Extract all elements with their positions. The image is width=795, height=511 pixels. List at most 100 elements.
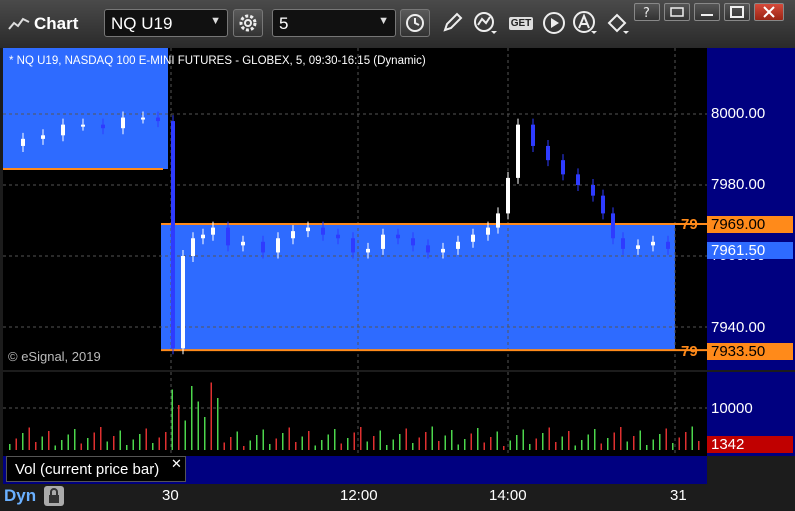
candle-body: [591, 185, 595, 196]
candle-body: [396, 234, 400, 239]
minimize-icon: [701, 14, 713, 16]
symbol-combo[interactable]: NQ U19 ▼: [104, 9, 228, 37]
time-tick-label: 12:00: [340, 487, 378, 504]
volume-bar: [15, 438, 17, 450]
price-chart-canvas: [3, 48, 707, 370]
candle-body: [336, 234, 340, 239]
volume-bar: [41, 436, 43, 450]
volume-bar: [483, 442, 485, 450]
volume-last-tag: 1342: [707, 436, 793, 453]
volume-bar: [74, 429, 76, 450]
get-button[interactable]: GET: [506, 9, 536, 37]
volume-bar: [288, 427, 290, 450]
volume-legend-label: Vol (current price bar): [15, 461, 160, 478]
volume-bar: [425, 432, 427, 450]
volume-bar: [327, 434, 329, 450]
close-icon: [763, 6, 775, 18]
volume-bar: [548, 427, 550, 450]
volume-bar: [444, 435, 446, 450]
volume-bar: [275, 438, 277, 450]
interval-combo[interactable]: 5 ▼: [272, 9, 396, 37]
chevron-down-icon[interactable]: ▼: [210, 15, 221, 27]
volume-bar: [308, 431, 310, 450]
draw-button[interactable]: [438, 9, 466, 37]
volume-bar: [386, 445, 388, 450]
play-icon: [543, 12, 565, 34]
chevron-down-icon[interactable]: ▼: [378, 15, 389, 27]
volume-legend-bar: Vol (current price bar) ✕: [3, 456, 707, 484]
candle-body: [351, 238, 355, 253]
volume-bar: [555, 442, 557, 450]
lock-icon[interactable]: [44, 486, 64, 506]
candle-body: [141, 117, 145, 120]
volume-bar: [399, 434, 401, 450]
volume-bar: [54, 445, 56, 450]
price-chart[interactable]: * NQ U19, NASDAQ 100 E-MINI FUTURES - GL…: [3, 48, 707, 370]
help-button[interactable]: ?: [634, 3, 660, 21]
volume-bar: [503, 446, 505, 450]
volume-bar: [561, 436, 563, 450]
maximize-button[interactable]: [724, 3, 750, 21]
volume-legend[interactable]: Vol (current price bar): [6, 456, 186, 482]
candle-body: [81, 124, 85, 127]
volume-bar: [35, 442, 37, 450]
settings-button[interactable]: [233, 9, 263, 37]
close-button[interactable]: [754, 3, 784, 21]
alert-button[interactable]: [572, 9, 600, 37]
candle-body: [651, 241, 655, 246]
clock-icon: [406, 14, 424, 32]
candle-body: [471, 234, 475, 242]
volume-bar: [594, 429, 596, 450]
chart-info: * NQ U19, NASDAQ 100 E-MINI FUTURES - GL…: [9, 55, 426, 67]
volume-bar: [516, 435, 518, 450]
volume-bar: [379, 430, 381, 450]
question-icon: ?: [643, 6, 650, 21]
title-bar: Chart NQ U19 ▼ 5 ▼ GET ?: [0, 0, 795, 48]
price-axis[interactable]: 8000.00 7980.00 7960.00 7940.00 7969.00 …: [707, 48, 795, 370]
volume-bar: [126, 445, 128, 450]
study-icon: [474, 12, 497, 34]
volume-bar: [639, 430, 641, 450]
hline-high-tag: 7969.00: [707, 216, 793, 233]
volume-bar: [470, 433, 472, 450]
time-button[interactable]: [400, 9, 430, 37]
volume-bar: [600, 443, 602, 450]
volume-bar: [607, 438, 609, 450]
volume-bar: [9, 444, 11, 450]
volume-bar: [405, 428, 407, 450]
volume-bar: [145, 428, 147, 450]
volume-bar: [132, 439, 134, 450]
volume-bar: [282, 433, 284, 450]
studies-button[interactable]: [472, 9, 500, 37]
candle-body: [41, 135, 45, 139]
play-button[interactable]: [540, 9, 568, 37]
link-icon: [607, 13, 629, 34]
candle-body: [666, 241, 670, 249]
volume-bar: [613, 432, 615, 450]
volume-bar: [295, 442, 297, 450]
volume-bar: [451, 430, 453, 450]
minimize-button[interactable]: [694, 3, 720, 21]
volume-bar: [353, 432, 355, 450]
current-range-box: [161, 224, 675, 351]
volume-bar: [243, 446, 245, 450]
price-tick-label: 7980.00: [711, 176, 766, 193]
time-tick-label: 30: [162, 487, 179, 504]
volume-bar: [366, 441, 368, 450]
volume-bar: [672, 443, 674, 450]
volume-bar: [223, 442, 225, 450]
volume-bar: [418, 437, 420, 450]
volume-bar: [665, 428, 667, 450]
volume-axis[interactable]: 10000 1342: [707, 372, 795, 456]
link-button[interactable]: [604, 9, 632, 37]
time-tick-label: 31: [670, 487, 687, 504]
restore-link-icon: [670, 7, 684, 17]
link-window-button[interactable]: [664, 3, 690, 21]
volume-pane[interactable]: [3, 372, 707, 456]
volume-bar: [48, 431, 50, 450]
volume-bar: [165, 432, 167, 450]
dynamic-mode-label[interactable]: Dyn: [4, 486, 36, 506]
volume-tick-label: 10000: [711, 400, 753, 417]
close-icon[interactable]: ✕: [171, 456, 182, 472]
time-axis[interactable]: Dyn 30 12:00 14:00 31: [0, 484, 795, 510]
